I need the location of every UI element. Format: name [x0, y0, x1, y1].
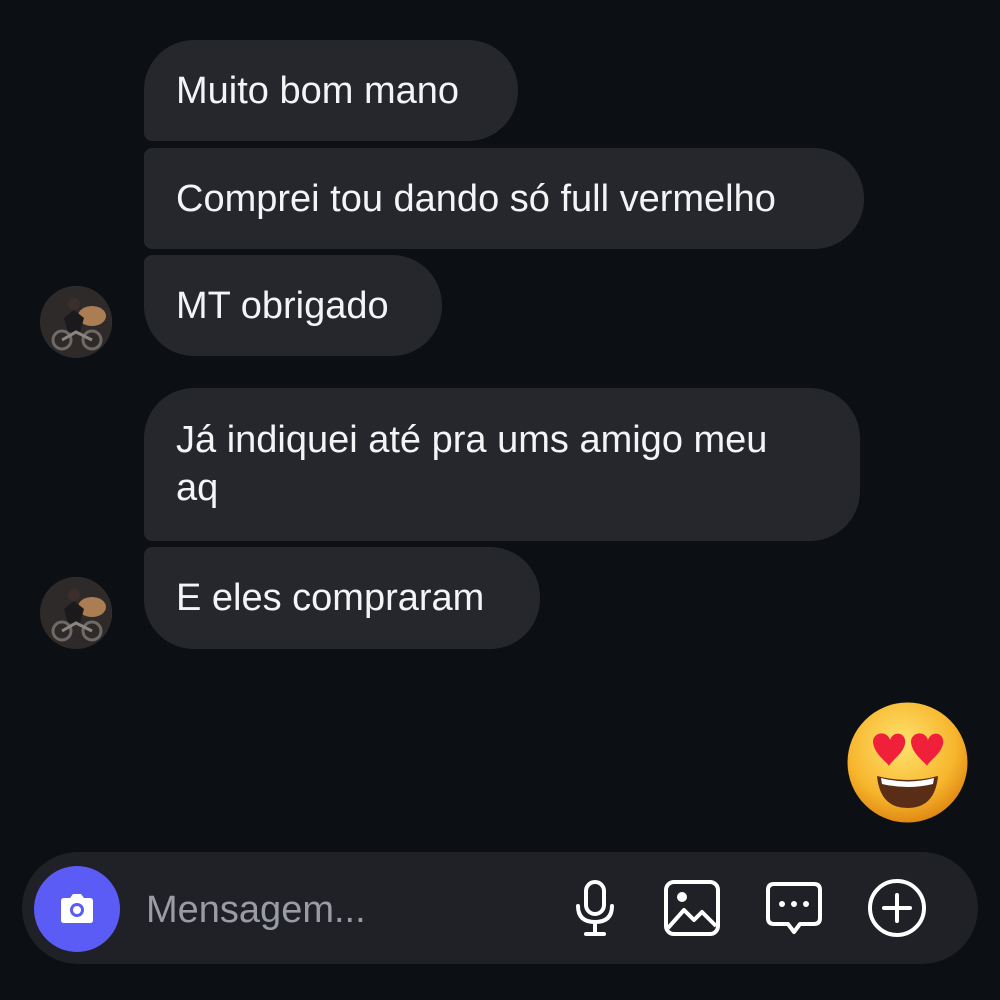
message-text: Muito bom mano: [176, 69, 460, 112]
plus-icon: [868, 879, 926, 937]
message-bubble[interactable]: Muito bom mano: [144, 40, 518, 141]
microphone-button[interactable]: [563, 876, 627, 940]
avatar[interactable]: [40, 286, 112, 358]
message-bubble[interactable]: Já indiquei até pra ums amigo meu aq: [144, 388, 860, 541]
plus-button[interactable]: [865, 876, 929, 940]
message-bubble[interactable]: E eles compraram: [144, 547, 540, 649]
message-input[interactable]: [146, 882, 546, 938]
sticker-icon: [766, 882, 822, 934]
message-text: Comprei tou dando só full vermelho: [176, 177, 776, 220]
message-bubble[interactable]: MT obrigado: [144, 255, 442, 356]
message-text: Já indiquei até pra ums amigo meu aq: [176, 419, 768, 509]
camera-button[interactable]: [34, 866, 120, 952]
avatar-photo: [40, 577, 112, 649]
message-bubble[interactable]: Comprei tou dando só full vermelho: [144, 148, 864, 249]
sticker-button[interactable]: [762, 876, 826, 940]
microphone-icon: [576, 880, 614, 936]
avatar-photo: [40, 286, 112, 358]
message-text: MT obrigado: [176, 284, 389, 327]
avatar[interactable]: [40, 577, 112, 649]
message-text: E eles compraram: [176, 577, 485, 619]
gallery-button[interactable]: [660, 876, 724, 940]
gallery-icon: [664, 880, 720, 936]
camera-icon: [61, 894, 93, 923]
heart-eyes-emoji[interactable]: [845, 700, 970, 825]
